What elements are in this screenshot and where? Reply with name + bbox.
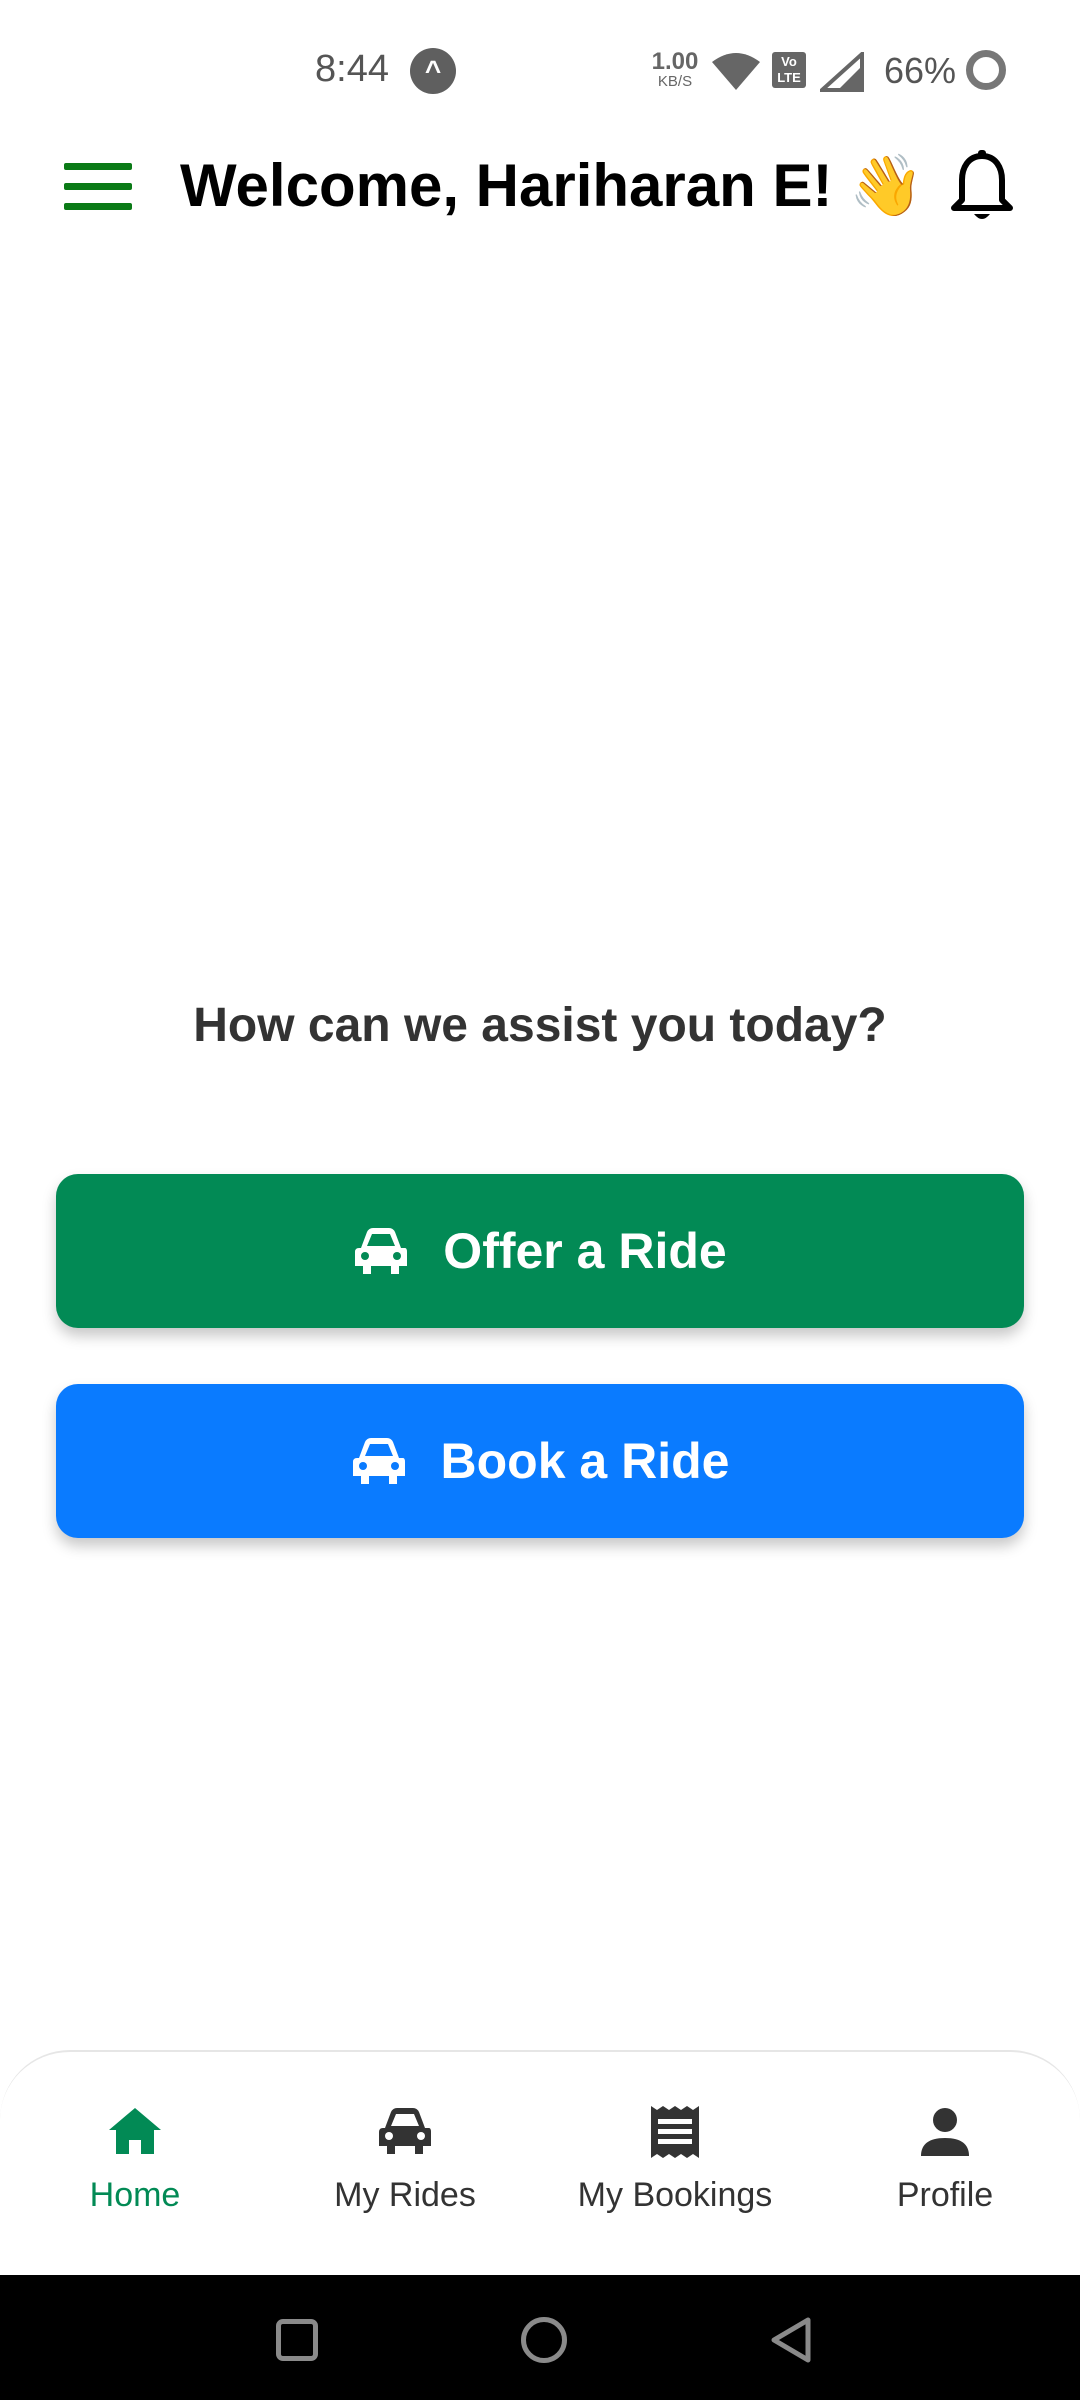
- app-header: Welcome, Hariharan E! 👋: [0, 130, 1080, 250]
- nav-item-profile[interactable]: Profile: [810, 2102, 1080, 2215]
- app-notification-icon: ^: [410, 48, 456, 94]
- welcome-title: Welcome, Hariharan E! 👋: [180, 152, 924, 219]
- home-icon: [109, 2108, 161, 2154]
- book-ride-button[interactable]: Book a Ride: [56, 1384, 1024, 1538]
- hamburger-menu-icon[interactable]: [64, 163, 132, 211]
- book-ride-label: Book a Ride: [440, 1433, 730, 1489]
- battery-icon: [966, 50, 1006, 90]
- nav-item-my-rides[interactable]: My Rides: [270, 2102, 540, 2215]
- car-icon: [355, 1228, 408, 1274]
- receipt-icon: [651, 2106, 699, 2158]
- nav-label-home: Home: [89, 2176, 181, 2214]
- recents-button[interactable]: [276, 2319, 318, 2361]
- status-time: 8:44: [315, 48, 389, 90]
- wifi-icon: [712, 53, 760, 90]
- offer-ride-button[interactable]: Offer a Ride: [56, 1174, 1024, 1328]
- screen: 8:44 ^ 1.00 KB/S Vo LTE 66% Welcome, Har…: [0, 0, 1080, 2400]
- offer-ride-label: Offer a Ride: [443, 1223, 727, 1279]
- back-button[interactable]: [768, 2315, 816, 2365]
- network-speed-unit: KB/S: [657, 73, 693, 90]
- home-button[interactable]: [521, 2317, 567, 2363]
- network-speed: 1.00 KB/S: [650, 48, 700, 90]
- assist-prompt: How can we assist you today?: [193, 999, 887, 1052]
- bottom-nav: Home My Rides My Bookings Profile: [0, 2050, 1080, 2275]
- nav-label-my-rides: My Rides: [334, 2176, 476, 2214]
- signal-icon: [820, 52, 864, 92]
- status-bar: 8:44 ^ 1.00 KB/S Vo LTE 66%: [0, 0, 1080, 130]
- nav-item-my-bookings[interactable]: My Bookings: [540, 2102, 810, 2215]
- person-icon: [921, 2108, 969, 2156]
- nav-label-my-bookings: My Bookings: [577, 2176, 773, 2214]
- nav-item-home[interactable]: Home: [0, 2102, 270, 2215]
- volte-icon: Vo LTE: [772, 52, 806, 88]
- battery-percent: 66%: [884, 50, 957, 91]
- bell-icon[interactable]: [950, 150, 1014, 226]
- car-icon: [352, 1438, 405, 1484]
- system-nav-bar: [0, 2275, 1080, 2400]
- car-icon: [379, 2108, 431, 2154]
- network-speed-value: 1.00: [651, 48, 699, 75]
- nav-label-profile: Profile: [896, 2176, 994, 2214]
